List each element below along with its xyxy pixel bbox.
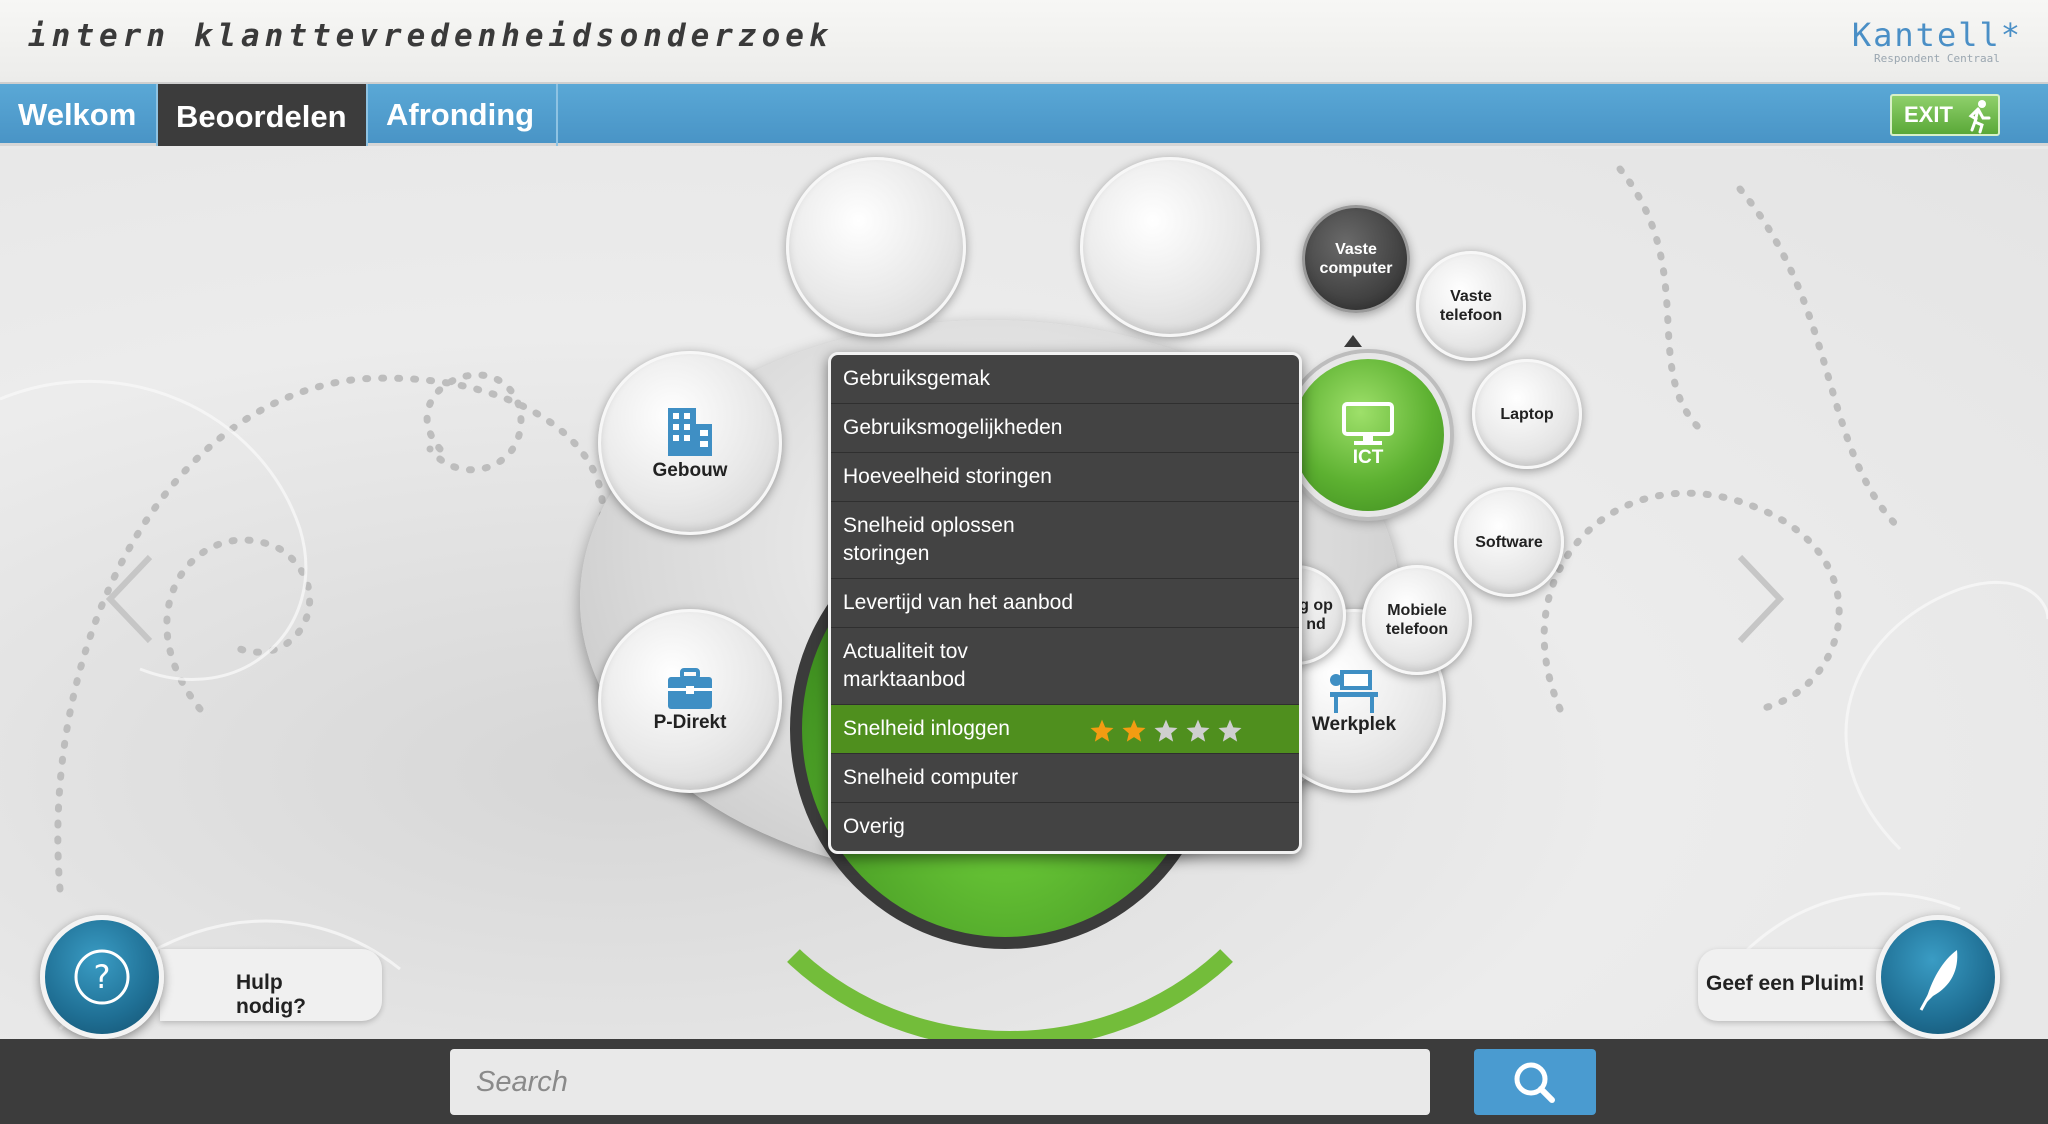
- search-input[interactable]: [450, 1049, 1430, 1115]
- category-p-direkt[interactable]: P-Direkt: [598, 609, 782, 793]
- app-header: intern klanttevredenheidsonderzoek Kante…: [0, 0, 2048, 84]
- svg-text:?: ?: [94, 958, 111, 996]
- search-button[interactable]: [1474, 1049, 1596, 1115]
- star-filled-icon[interactable]: [1089, 718, 1115, 744]
- star-empty-icon[interactable]: [1217, 718, 1243, 744]
- question-mark-icon: ?: [74, 949, 130, 1005]
- rating-aspects-menu: Gebruiksgemak Gebruiksmogelijkheden Hoev…: [828, 352, 1302, 854]
- menu-item-snelheid-oplossen-storingen[interactable]: Snelheid oplossen storingen: [831, 502, 1299, 579]
- subcategory-vaste-telefoon[interactable]: Vaste telefoon: [1416, 251, 1526, 361]
- computer-monitor-icon: [1342, 402, 1394, 445]
- tab-welkom[interactable]: Welkom: [0, 84, 158, 146]
- main-nav: Welkom Beoordelen Afronding EXIT: [0, 84, 2048, 146]
- previous-arrow-icon[interactable]: [100, 549, 160, 649]
- subcategory-laptop[interactable]: Laptop: [1472, 359, 1582, 469]
- tab-afronding[interactable]: Afronding: [368, 84, 558, 146]
- category-label: ICT: [1352, 447, 1384, 468]
- category-ict-selected[interactable]: ICT: [1286, 353, 1450, 517]
- menu-item-snelheid-inloggen[interactable]: Snelheid inloggen: [831, 705, 1299, 754]
- brand-name: Kantell*: [1851, 16, 2022, 54]
- menu-item-gebruiksgemak[interactable]: Gebruiksgemak: [831, 355, 1299, 404]
- subcategory-label: Software: [1475, 533, 1543, 551]
- pluim-label[interactable]: Geef een Pluim!: [1706, 972, 1865, 996]
- menu-item-actualiteit[interactable]: Actualiteit tov marktaanbod: [831, 628, 1299, 705]
- help-button[interactable]: ?: [40, 915, 164, 1039]
- star-empty-icon[interactable]: [1153, 718, 1179, 744]
- desk-workplace-icon: [1330, 670, 1378, 713]
- star-rating[interactable]: [1089, 718, 1243, 744]
- star-filled-icon[interactable]: [1121, 718, 1147, 744]
- subcategory-software[interactable]: Software: [1454, 487, 1564, 597]
- search-icon: [1514, 1062, 1555, 1103]
- category-label: Gebouw: [652, 460, 728, 481]
- briefcase-icon: [668, 668, 712, 709]
- subcategory-label: Vaste computer: [1319, 241, 1393, 277]
- help-label: Hulp nodig?: [236, 971, 306, 1018]
- running-person-icon: [1968, 100, 1991, 134]
- menu-item-hoeveelheid-storingen[interactable]: Hoeveelheid storingen: [831, 453, 1299, 502]
- subcategory-mobiele-telefoon[interactable]: Mobiele telefoon: [1362, 565, 1472, 675]
- subcategory-label: Mobiele telefoon: [1385, 602, 1449, 638]
- brand-tagline: Respondent Centraal: [1874, 52, 2000, 65]
- next-arrow-icon[interactable]: [1730, 549, 1790, 649]
- category-label: Werkplek: [1311, 714, 1397, 735]
- exit-label: EXIT: [1904, 102, 1953, 127]
- feather-icon: [1919, 950, 1958, 1011]
- category-label: P-Direkt: [653, 712, 727, 733]
- menu-item-snelheid-computer[interactable]: Snelheid computer: [831, 754, 1299, 803]
- category-bubble-hidden-right[interactable]: [1080, 157, 1260, 337]
- star-empty-icon[interactable]: [1185, 718, 1211, 744]
- category-bubble-hidden-left[interactable]: [786, 157, 966, 337]
- rating-stage: Gebouw P-Direkt Werkplek ICT Vaste compu…: [0, 149, 2048, 1039]
- pluim-button[interactable]: [1876, 915, 2000, 1039]
- menu-item-overig[interactable]: Overig: [831, 803, 1299, 851]
- building-icon: [668, 408, 712, 456]
- menu-item-gebruiksmogelijkheden[interactable]: Gebruiksmogelijkheden: [831, 404, 1299, 453]
- pointer-triangle-icon: [1344, 335, 1362, 347]
- tab-beoordelen[interactable]: Beoordelen: [158, 84, 368, 146]
- subcategory-vaste-computer-selected[interactable]: Vaste computer: [1302, 205, 1410, 313]
- site-title: intern klanttevredenheidsonderzoek: [28, 18, 833, 54]
- category-gebouw[interactable]: Gebouw: [598, 351, 782, 535]
- exit-button[interactable]: EXIT: [1890, 94, 2000, 136]
- subcategory-label: Laptop: [1500, 405, 1554, 423]
- subcategory-label: Vaste telefoon: [1439, 288, 1503, 324]
- brand-logo: Kantell* Respondent Centraal: [1852, 16, 2022, 65]
- menu-item-levertijd[interactable]: Levertijd van het aanbod: [831, 579, 1299, 628]
- search-bar: [0, 1039, 2048, 1124]
